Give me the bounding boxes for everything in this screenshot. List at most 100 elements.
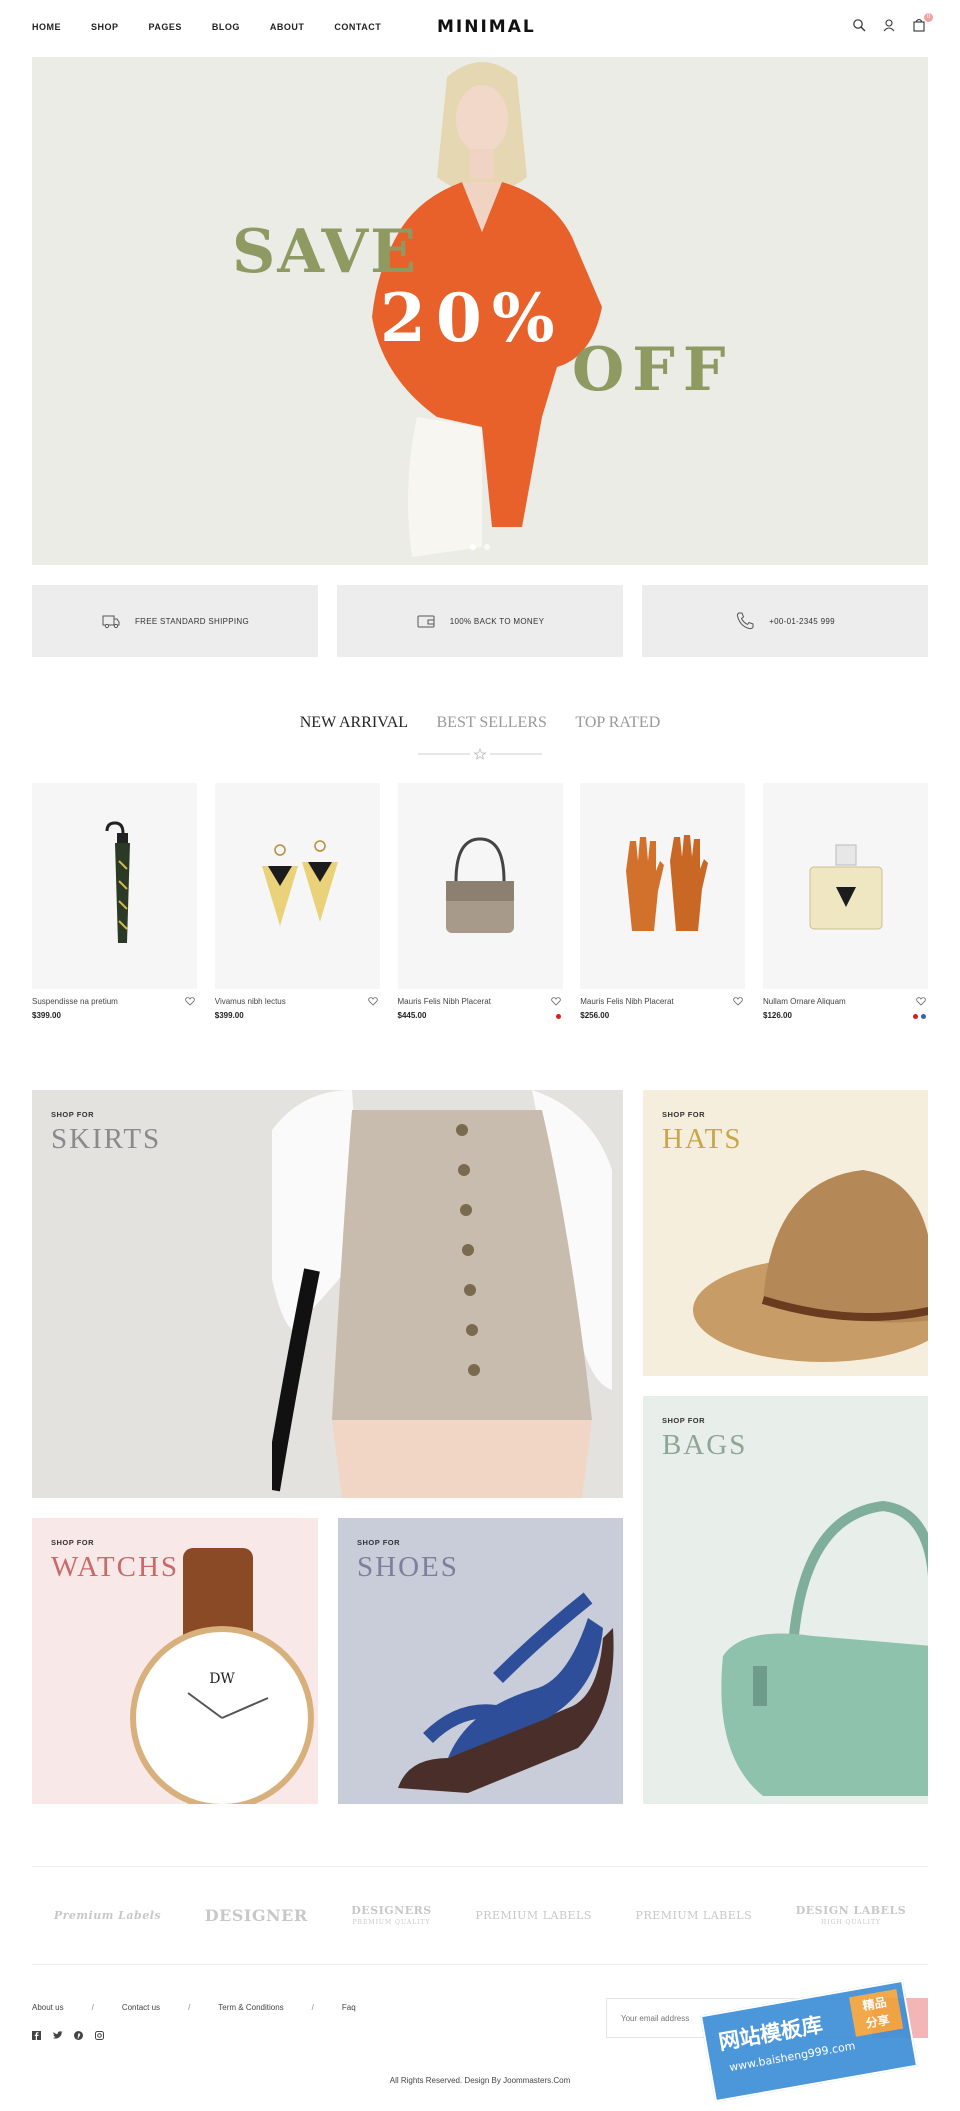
cart-count-badge: 0 (924, 13, 933, 22)
feature-shipping: FREE STANDARD SHIPPING (32, 585, 318, 657)
feature-label: +00-01-2345 999 (769, 616, 835, 626)
product-name[interactable]: Nullam Ornare Aliquam (763, 997, 928, 1006)
color-swatches (555, 1014, 561, 1019)
divider (32, 1964, 928, 1965)
nav-home[interactable]: HOME (32, 22, 61, 32)
wishlist-heart-icon[interactable] (185, 997, 195, 1006)
category-title[interactable]: SHOES (357, 1551, 459, 1584)
site-logo[interactable]: MINIMAL (437, 17, 536, 37)
footer-link-faq[interactable]: Faq (342, 2003, 356, 2012)
category-bags[interactable]: SHOP FOR BAGS (643, 1396, 928, 1804)
product-name[interactable]: Suspendisse na pretium (32, 997, 197, 1006)
category-title[interactable]: WATCHS (51, 1551, 179, 1584)
hero-percent-text: 20% (380, 279, 565, 357)
wishlist-heart-icon[interactable] (367, 997, 378, 1006)
hero-off-text: OFF (572, 335, 734, 405)
brand-logo[interactable]: PREMIUM LABELS (636, 1909, 753, 1922)
nav-shop[interactable]: SHOP (91, 22, 119, 32)
shop-for-label: SHOP FOR (357, 1538, 401, 1547)
color-swatches (913, 1014, 926, 1019)
nav-blog[interactable]: BLOG (212, 22, 240, 32)
tab-top-rated[interactable]: TOP RATED (575, 714, 660, 731)
slider-dot[interactable] (484, 544, 490, 550)
nav-about[interactable]: ABOUT (270, 22, 305, 32)
product-image-umbrella[interactable] (32, 783, 197, 989)
product-card[interactable]: Nullam Ornare Aliquam $126.00 (763, 783, 928, 1027)
brand-logo[interactable]: Premium Labels (54, 1909, 161, 1922)
feature-money-back: 100% BACK TO MONEY (337, 585, 623, 657)
color-swatch[interactable] (913, 1014, 918, 1019)
product-name[interactable]: Vivamus nibh lectus (215, 997, 380, 1006)
twitter-icon[interactable] (53, 2027, 63, 2039)
brand-name: Premium Labels (53, 1908, 162, 1922)
color-swatch[interactable] (921, 1014, 926, 1019)
product-image-bag[interactable] (397, 783, 563, 989)
nav-contact[interactable]: CONTACT (334, 22, 381, 32)
footer-links: About us / Contact us / Term & Condition… (32, 2003, 356, 2012)
category-title[interactable]: SKIRTS (51, 1123, 161, 1156)
product-card[interactable]: Suspendisse na pretium $399.00 (32, 783, 197, 1027)
hero-banner[interactable]: SAVE 20% OFF (32, 57, 928, 565)
feature-label: FREE STANDARD SHIPPING (134, 616, 250, 626)
footer-link-contact[interactable]: Contact us (122, 2003, 160, 2012)
cart-icon[interactable]: 0 (912, 13, 933, 34)
search-icon[interactable] (852, 18, 868, 34)
product-price: $399.00 (32, 1011, 61, 1020)
wallet-icon (417, 615, 435, 628)
wishlist-heart-icon[interactable] (550, 997, 561, 1006)
social-links (32, 2027, 104, 2040)
brand-name: DESIGNER (204, 1905, 308, 1925)
product-card[interactable]: Vivamus nibh lectus $399.00 (214, 783, 380, 1027)
tab-new-arrival[interactable]: NEW ARRIVAL (300, 714, 408, 731)
header-icons: 0 (852, 13, 933, 34)
product-name[interactable]: Mauris Felis Nibh Placerat (580, 997, 745, 1006)
slider-dot[interactable] (470, 544, 476, 550)
product-image-gloves[interactable] (580, 783, 746, 989)
watch-image: DW (130, 1548, 314, 1804)
brand-subtitle: HIGH QUALITY (820, 1919, 881, 1926)
user-icon[interactable] (882, 18, 898, 34)
wishlist-heart-icon[interactable] (916, 997, 926, 1006)
brand-subtitle: PREMIUM QUALITY (352, 1919, 431, 1926)
facebook-icon[interactable] (32, 2027, 41, 2040)
product-price: $399.00 (214, 1011, 244, 1020)
instagram-icon[interactable] (95, 2027, 104, 2040)
product-card[interactable]: Mauris Felis Nibh Placerat $256.00 (580, 783, 746, 1027)
category-watchs[interactable]: DW SHOP FOR WATCHS (32, 1518, 318, 1804)
brand-name: DESIGNERS (351, 1904, 432, 1917)
watermark-badge: 精品 分享 (849, 1989, 904, 2037)
product-image-earrings[interactable] (214, 783, 380, 989)
features-bar: FREE STANDARD SHIPPING 100% BACK TO MONE… (32, 585, 928, 657)
pinterest-icon[interactable] (74, 2027, 83, 2040)
product-price: $445.00 (397, 1011, 427, 1020)
link-separator: / (91, 2003, 94, 2012)
brand-logo[interactable]: DESIGNERS PREMIUM QUALITY (351, 1904, 431, 1926)
brand-name: PREMIUM LABELS (475, 1908, 592, 1922)
category-shoes[interactable]: SHOP FOR SHOES (338, 1518, 623, 1804)
category-title[interactable]: BAGS (662, 1429, 747, 1462)
color-swatch[interactable] (555, 1014, 561, 1019)
brand-logo[interactable]: DESIGNER (205, 1906, 308, 1925)
svg-text:DW: DW (209, 1671, 235, 1687)
product-image-perfume[interactable] (763, 783, 928, 989)
product-card[interactable]: Mauris Felis Nibh Placerat $445.00 (397, 783, 563, 1027)
category-title[interactable]: HATS (662, 1123, 743, 1156)
brand-logo[interactable]: DESIGN LABELS HIGH QUALITY (796, 1904, 906, 1926)
product-name[interactable]: Mauris Felis Nibh Placerat (398, 997, 563, 1006)
footer-link-terms[interactable]: Term & Conditions (218, 2003, 283, 2012)
shop-for-label: SHOP FOR (662, 1416, 706, 1425)
feature-label: 100% BACK TO MONEY (449, 616, 545, 626)
wishlist-heart-icon[interactable] (733, 997, 744, 1006)
shoe-image (398, 1592, 614, 1793)
hero-save-text: SAVE (232, 217, 418, 287)
slider-dots (470, 544, 490, 550)
category-hats[interactable]: SHOP FOR HATS (643, 1090, 928, 1376)
shop-for-label: SHOP FOR (662, 1110, 706, 1119)
brand-logo[interactable]: PREMIUM LABELS (475, 1909, 592, 1922)
link-separator: / (188, 2003, 191, 2012)
tab-best-sellers[interactable]: BEST SELLERS (437, 714, 547, 731)
footer-link-about[interactable]: About us (32, 2003, 64, 2012)
nav-pages[interactable]: PAGES (149, 22, 182, 32)
skirt-image (272, 1090, 612, 1498)
category-skirts[interactable]: SHOP FOR SKIRTS (32, 1090, 623, 1498)
